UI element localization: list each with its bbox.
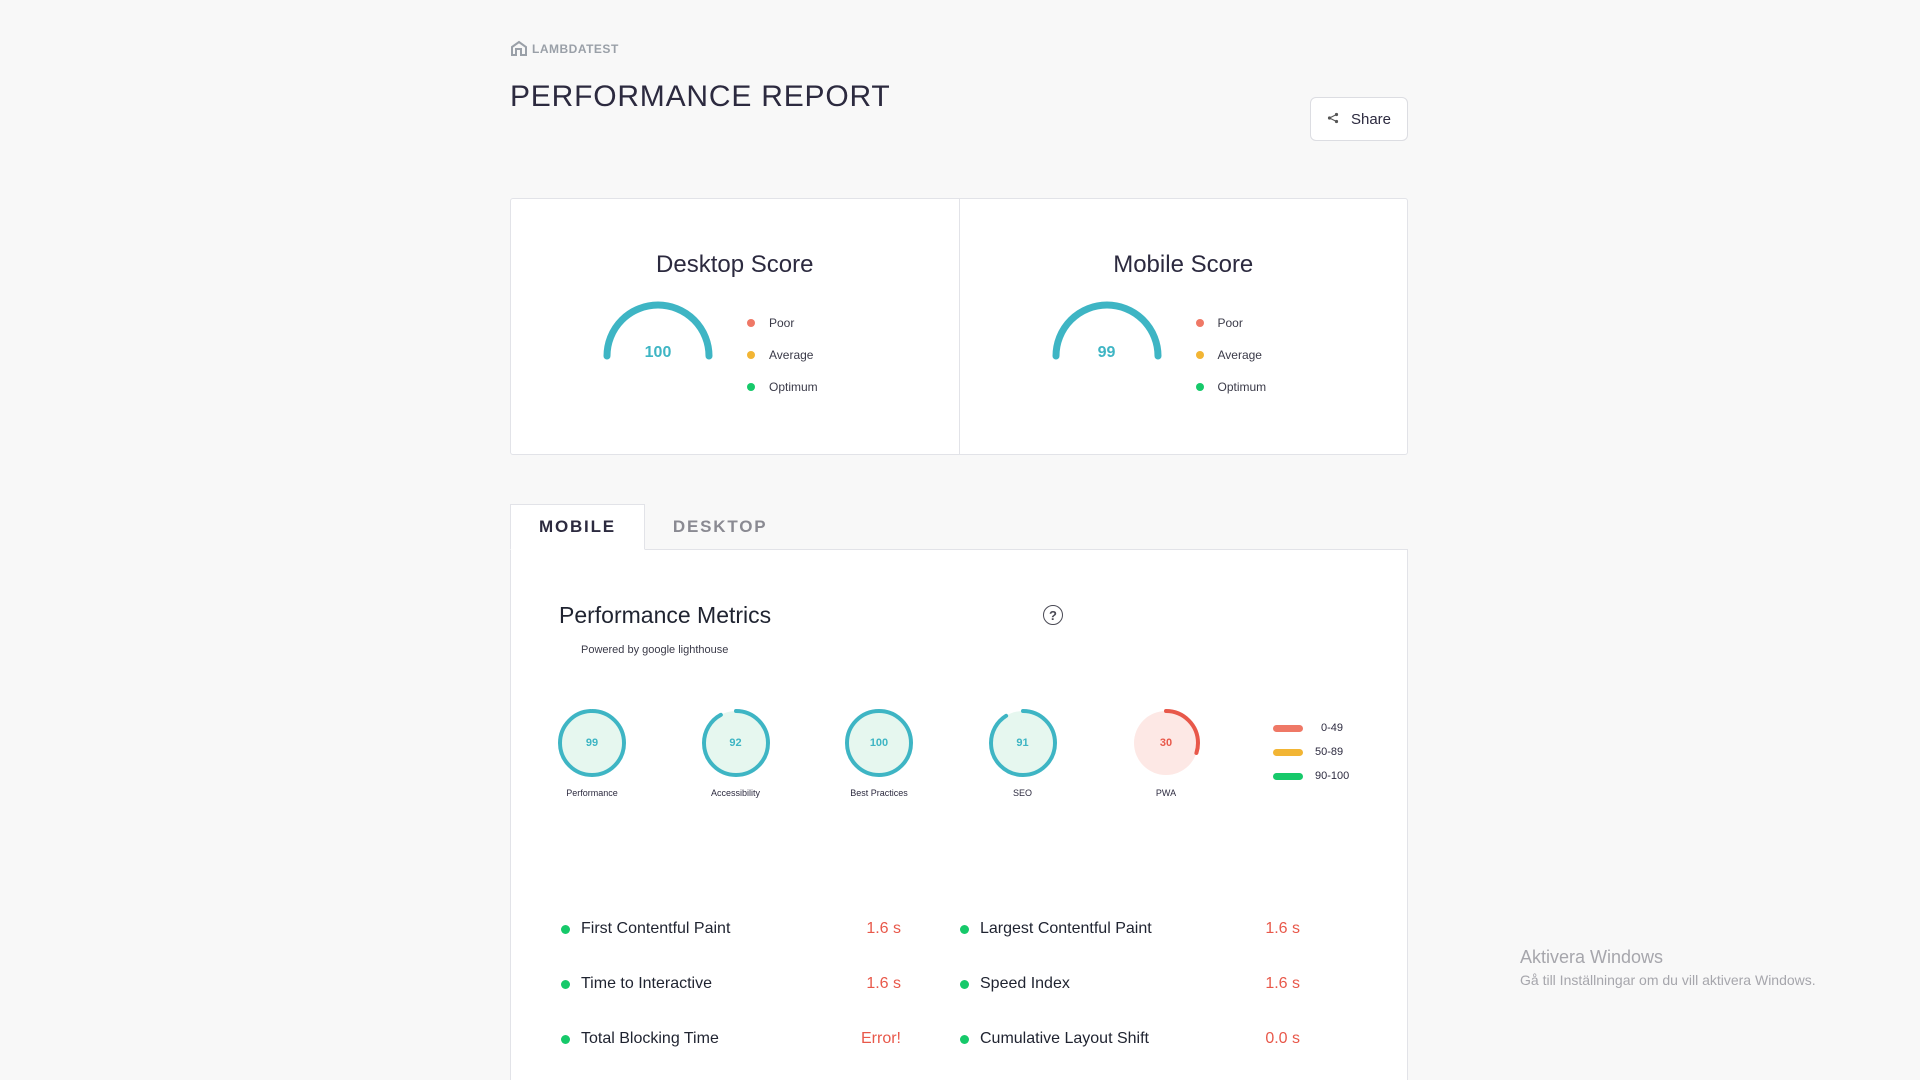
mobile-score-legend: Poor Average Optimum xyxy=(1195,307,1267,403)
brand-logo[interactable]: LAMBDATEST xyxy=(510,40,619,58)
range-label: 0-49 xyxy=(1321,722,1344,734)
category-score-seo: 91 SEO xyxy=(973,707,1073,798)
share-button[interactable]: Share xyxy=(1310,97,1408,141)
metric-value: 1.6 s xyxy=(1265,975,1300,992)
category-score-value: 92 xyxy=(729,737,742,749)
range-item-good: 90-100 xyxy=(1273,764,1349,788)
category-score-label: Best Practices xyxy=(850,788,908,798)
category-score-value: 30 xyxy=(1159,737,1173,749)
help-circle-icon[interactable]: ? xyxy=(1043,605,1063,625)
legend-dot-poor xyxy=(747,319,755,327)
category-score-value: 99 xyxy=(585,737,599,749)
legend-item-optimum: Optimum xyxy=(1195,371,1267,403)
legend-dot-average xyxy=(747,351,755,359)
share-label: Share xyxy=(1350,110,1392,128)
metric-value: 1.6 s xyxy=(866,975,901,992)
score-ring: 99 xyxy=(556,707,628,779)
category-score-label: SEO xyxy=(1012,788,1032,798)
category-score-best-practices: 100 Best Practices xyxy=(829,707,929,798)
metric-name: First Contentful Paint xyxy=(581,920,731,937)
legend-dot-average xyxy=(1195,351,1204,359)
watermark-title: Aktivera Windows xyxy=(1520,947,1664,967)
page-title: PERFORMANCE REPORT xyxy=(510,80,891,113)
desktop-score-panel: Desktop Score 100 Poor Average Optimum xyxy=(511,199,959,454)
score-range-legend: 0-49 50-89 90-100 xyxy=(1273,716,1349,788)
metric-value: 1.6 s xyxy=(866,920,901,937)
score-ring: 92 xyxy=(700,707,772,779)
score-ring: 30 xyxy=(1130,707,1202,779)
legend-item-poor: Poor xyxy=(1195,307,1267,339)
metric-total-blocking-time: Total Blocking Time xyxy=(561,1028,719,1050)
legend-item-poor: Poor xyxy=(747,307,818,339)
legend-item-average: Average xyxy=(747,339,818,371)
metric-name: Speed Index xyxy=(980,975,1070,992)
legend-label: Poor xyxy=(1217,316,1243,330)
metric-speed-index: Speed Index xyxy=(960,973,1070,995)
legend-dot-optimum xyxy=(747,383,755,391)
device-tabs: MOBILE DESKTOP xyxy=(510,504,795,550)
metric-status-dot xyxy=(960,1034,969,1044)
metric-value: Error! xyxy=(861,1030,901,1047)
range-bar-average xyxy=(1273,748,1303,756)
range-item-poor: 0-49 xyxy=(1273,716,1349,740)
metric-name: Largest Contentful Paint xyxy=(980,920,1152,937)
metric-status-dot xyxy=(561,1034,570,1044)
mobile-score-value: 99 xyxy=(1097,344,1116,361)
performance-metrics-panel: Performance Metrics ? Powered by google … xyxy=(510,549,1408,1080)
metric-time-to-interactive: Time to Interactive xyxy=(561,973,712,995)
category-score-label: Performance xyxy=(566,788,618,798)
metric-cumulative-layout-shift: Cumulative Layout Shift xyxy=(960,1028,1149,1050)
legend-label: Average xyxy=(1217,348,1262,362)
category-score-pwa: 30 PWA xyxy=(1116,707,1216,798)
mobile-score-panel: Mobile Score 99 Poor Average Optimum xyxy=(958,199,1408,454)
metric-value: 0.0 s xyxy=(1265,1030,1300,1047)
legend-label: Poor xyxy=(769,316,795,330)
metric-name: Total Blocking Time xyxy=(581,1030,719,1047)
range-label: 50-89 xyxy=(1315,746,1344,758)
category-score-value: 100 xyxy=(869,737,889,749)
metric-name: Cumulative Layout Shift xyxy=(980,1030,1149,1047)
score-ring: 100 xyxy=(843,707,915,779)
score-ring: 91 xyxy=(987,707,1059,779)
tab-mobile[interactable]: MOBILE xyxy=(510,504,645,550)
metric-first-contentful-paint: First Contentful Paint xyxy=(561,918,730,940)
legend-item-optimum: Optimum xyxy=(747,371,818,403)
desktop-score-value: 100 xyxy=(644,344,672,361)
range-item-average: 50-89 xyxy=(1273,740,1349,764)
metric-status-dot xyxy=(561,979,570,989)
desktop-score-title: Desktop Score xyxy=(656,251,814,278)
legend-label: Average xyxy=(769,348,814,362)
category-score-label: PWA xyxy=(1155,788,1177,798)
legend-label: Optimum xyxy=(769,380,818,394)
share-icon xyxy=(1327,111,1339,128)
range-bar-poor xyxy=(1273,724,1303,732)
category-score-performance: 99 Performance xyxy=(542,707,642,798)
legend-dot-optimum xyxy=(1195,383,1204,391)
legend-dot-poor xyxy=(1195,319,1204,327)
tab-desktop[interactable]: DESKTOP xyxy=(645,504,795,550)
metric-status-dot xyxy=(960,924,969,934)
category-score-label: Accessibility xyxy=(710,788,760,798)
score-card: Desktop Score 100 Poor Average Optimum M… xyxy=(510,198,1408,455)
metrics-title: Performance Metrics xyxy=(559,602,772,628)
category-score-value: 91 xyxy=(1016,737,1029,749)
brand-name: LAMBDATEST xyxy=(532,42,619,56)
category-score-accessibility: 92 Accessibility xyxy=(686,707,786,798)
metric-largest-contentful-paint: Largest Contentful Paint xyxy=(960,918,1152,940)
metric-status-dot xyxy=(960,979,969,989)
lambdatest-logo-icon xyxy=(510,40,528,58)
legend-label: Optimum xyxy=(1217,380,1267,394)
mobile-score-title: Mobile Score xyxy=(1113,251,1254,278)
metric-value: 1.6 s xyxy=(1265,920,1300,937)
range-bar-good xyxy=(1273,772,1303,780)
performance-report-page: LAMBDATEST PERFORMANCE REPORT Share Desk… xyxy=(0,0,1920,1080)
watermark-subtitle: Gå till Inställningar om du vill aktiver… xyxy=(1520,972,1816,988)
desktop-score-legend: Poor Average Optimum xyxy=(747,307,818,403)
metric-status-dot xyxy=(561,924,570,934)
metric-name: Time to Interactive xyxy=(581,975,713,992)
legend-item-average: Average xyxy=(1195,339,1267,371)
windows-activation-watermark: Aktivera Windows Gå till Inställningar o… xyxy=(1520,947,1816,988)
powered-by-text: Powered by google lighthouse xyxy=(581,644,729,656)
range-label: 90-100 xyxy=(1315,770,1350,782)
